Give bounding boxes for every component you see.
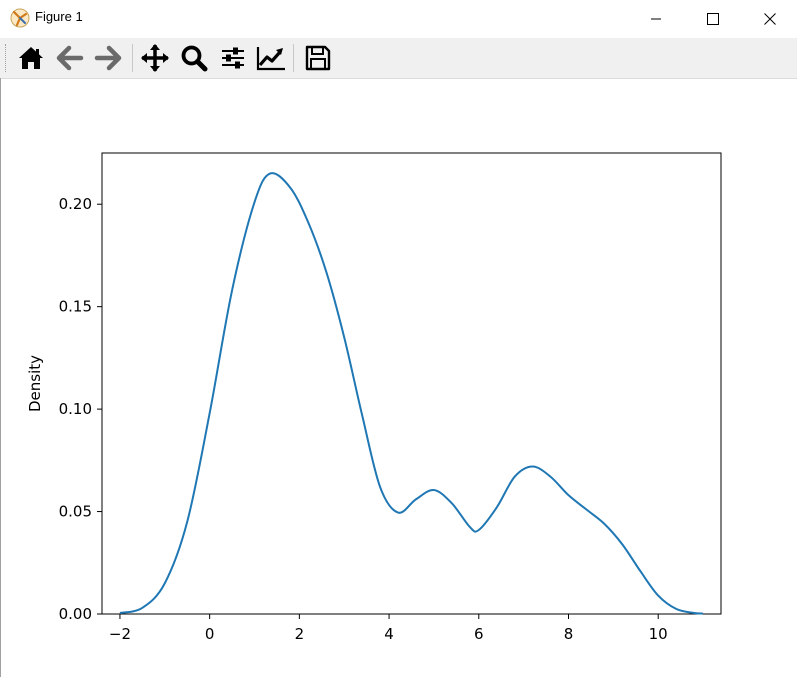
y-tick-label: 0.00	[59, 605, 92, 623]
pan-button[interactable]	[139, 42, 171, 74]
density-line	[119, 172, 704, 615]
toolbar-separator	[132, 44, 133, 72]
toolbar-grip[interactable]	[5, 44, 8, 72]
matplotlib-icon	[10, 8, 30, 28]
y-axis-label: Density	[26, 355, 44, 412]
forward-button[interactable]	[92, 42, 124, 74]
minimize-icon	[651, 18, 661, 20]
save-floppy-icon	[305, 45, 331, 71]
edit-axis-button[interactable]	[255, 42, 287, 74]
close-button[interactable]	[741, 0, 797, 38]
navigation-toolbar	[0, 38, 797, 79]
minimize-button[interactable]	[627, 0, 685, 38]
y-axis-ticks: 0.00 0.05 0.10 0.15 0.20	[59, 195, 102, 623]
x-tick-label: −2	[109, 625, 131, 643]
x-tick-label: 6	[474, 625, 484, 643]
window-title: Figure 1	[35, 9, 83, 24]
figure-canvas[interactable]: −2 0 2 4 6 8 10 0.00 0.05 0.10 0.15 0.20 Density	[0, 79, 797, 677]
y-tick-label: 0.20	[59, 195, 92, 213]
home-icon	[19, 47, 43, 69]
home-button[interactable]	[15, 42, 47, 74]
maximize-icon	[707, 13, 719, 25]
window-titlebar[interactable]: Figure 1	[0, 0, 797, 38]
zoom-button[interactable]	[178, 42, 210, 74]
back-button[interactable]	[54, 42, 86, 74]
x-tick-label: 10	[649, 625, 668, 643]
toolbar-separator	[293, 44, 294, 72]
axes-frame	[101, 152, 722, 615]
configure-subplots-button[interactable]	[217, 42, 249, 74]
maximize-button[interactable]	[684, 0, 742, 38]
save-button[interactable]	[302, 42, 334, 74]
y-tick-label: 0.05	[59, 503, 92, 521]
x-tick-label: 2	[295, 625, 305, 643]
back-arrow-icon	[56, 45, 84, 71]
close-icon	[764, 13, 776, 25]
x-tick-label: 0	[205, 625, 215, 643]
configure-subplots-icon	[222, 47, 244, 69]
edit-axis-icon	[256, 47, 285, 71]
pan-move-icon	[141, 44, 169, 72]
y-tick-label: 0.15	[59, 298, 92, 316]
y-tick-label: 0.10	[59, 400, 92, 418]
x-tick-label: 8	[564, 625, 574, 643]
zoom-magnifier-icon	[181, 45, 208, 72]
x-axis-ticks: −2 0 2 4 6 8 10	[109, 614, 668, 643]
x-tick-label: 4	[384, 625, 394, 643]
forward-arrow-icon	[94, 45, 122, 71]
